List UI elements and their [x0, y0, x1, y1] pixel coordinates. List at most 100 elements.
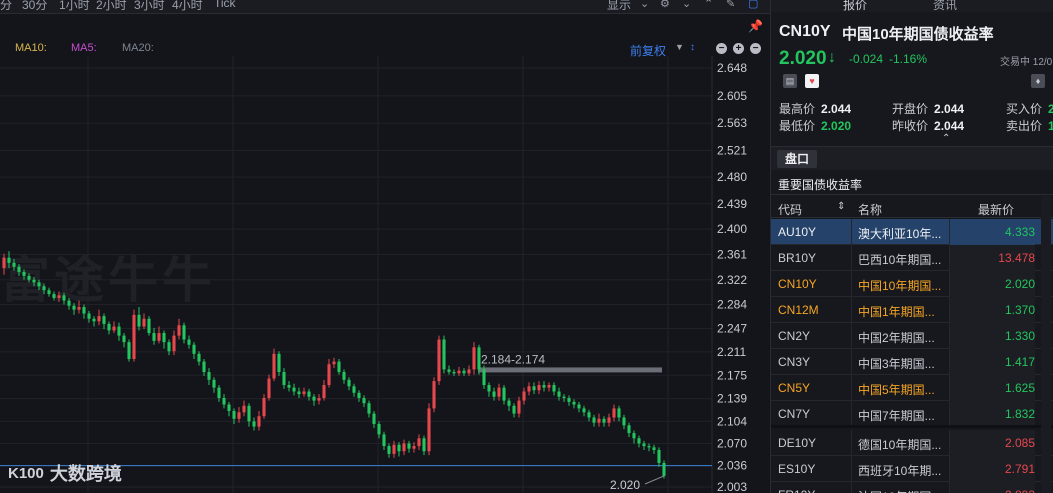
bell-icon[interactable]: ♦ [1031, 74, 1045, 88]
tab-pankou[interactable]: 盘口 [777, 150, 817, 168]
candle-body [357, 392, 361, 399]
stat-ask: 卖出价 1 [1006, 117, 1053, 134]
layout-icon[interactable]: ▢ [748, 0, 758, 10]
row-price: 2.020 [1004, 277, 1035, 291]
timeframe-2h[interactable]: 2小时 [96, 0, 127, 13]
chevron-down-icon[interactable]: ⌄ [682, 0, 691, 10]
zoom-out-icon[interactable]: − [716, 43, 727, 54]
column-divider [949, 456, 950, 482]
edit-icon[interactable]: ✎ [726, 0, 735, 10]
stat-value: 1 [1048, 119, 1053, 133]
candle-body [207, 372, 211, 380]
display-menu[interactable]: 显示 [607, 0, 631, 13]
candle-body [62, 295, 66, 301]
tab-quote[interactable]: 报价 [843, 0, 867, 12]
table-row[interactable]: CN5Y 中国5年期国... 1.625 [771, 375, 1053, 401]
price-change: -0.024 [849, 52, 884, 66]
table-row[interactable]: BR10Y 巴西10年期国... 13.478 [771, 245, 1053, 271]
candle-body [662, 462, 666, 476]
candle-body [652, 447, 656, 450]
candle-body [317, 398, 321, 401]
row-code: AU10Y [778, 225, 817, 239]
column-divider [949, 245, 950, 271]
y-tick-label: 2.211 [717, 345, 746, 359]
row-code: CN10Y [778, 277, 817, 291]
candle-body [412, 446, 416, 449]
candle-body [372, 413, 376, 424]
timeframe-4h[interactable]: 4小时 [172, 0, 203, 13]
candle-body [557, 391, 561, 397]
candle-body [622, 417, 626, 426]
row-price: 2.893 [951, 488, 1035, 493]
candle-body [477, 347, 481, 370]
candle-body [522, 391, 526, 401]
table-row[interactable]: ES10Y 西班牙10年期... 2.791 [771, 456, 1053, 482]
candle-body [337, 361, 341, 373]
header-latest[interactable]: 最新价 [978, 201, 1014, 218]
column-divider [949, 375, 950, 401]
row-code: BR10Y [778, 251, 817, 265]
stat-bid: 买入价 2 [1006, 100, 1053, 117]
table-row[interactable]: CN10Y 中国10年期国... 2.020 [771, 271, 1053, 297]
tab-news[interactable]: 资讯 [933, 0, 957, 12]
row-price: 1.370 [1004, 303, 1035, 317]
row-name: 澳大利亚10年... [858, 227, 942, 241]
table-row[interactable]: DE10Y 德国10年期国... 2.085 [771, 430, 1053, 456]
pin-icon[interactable]: 📌 [748, 19, 763, 33]
axis-toggle-icon[interactable]: ↕ [690, 42, 695, 53]
header-name[interactable]: 名称 [858, 201, 882, 218]
timeframe-tick[interactable]: Tick [214, 0, 236, 10]
candlestick-chart[interactable]: 2.648 2.605 2.563 2.521 2.480 2.439 2.400 2.361… [0, 56, 770, 493]
candle-body [267, 378, 271, 399]
settings-icon[interactable]: ⚙ [660, 0, 670, 10]
candle-body [22, 271, 26, 276]
candle-body [347, 379, 351, 387]
column-divider [851, 430, 852, 456]
column-divider [851, 271, 852, 297]
chevron-down-icon[interactable]: ▼ [675, 42, 684, 52]
candle-body [277, 353, 281, 373]
row-name: 德国10年期国... [858, 438, 942, 452]
candle-body [627, 425, 631, 434]
scrollbar[interactable] [1041, 196, 1051, 493]
timeframe-30min[interactable]: 30分 [22, 0, 47, 13]
stat-label: 最高价 [779, 102, 816, 116]
candle-body [112, 326, 116, 331]
candle-body [367, 403, 371, 414]
table-row[interactable]: CN2Y 中国2年期国... 1.330 [771, 323, 1053, 349]
candle-body [127, 342, 131, 360]
y-tick-label: 2.036 [717, 459, 747, 473]
timeframe-1h[interactable]: 1小时 [59, 0, 90, 13]
table-row[interactable]: CN3Y 中国3年期国... 1.417 [771, 349, 1053, 375]
table-row[interactable]: CN7Y 中国7年期国... 1.832 [771, 401, 1053, 427]
collapse-icon[interactable]: ⌃ [704, 0, 713, 10]
collapse-caret-icon[interactable]: ⌃ [942, 133, 950, 144]
note-icon[interactable]: ▤ [783, 74, 797, 88]
candle-body [587, 412, 591, 418]
zoom-in-icon[interactable]: + [733, 43, 744, 54]
candle-body [57, 295, 61, 298]
stat-label: 最低价 [779, 119, 816, 133]
minimize-icon[interactable]: − [750, 43, 761, 54]
sort-icon[interactable]: ⇕ [837, 201, 845, 212]
stat-label: 开盘价 [892, 102, 929, 116]
candle-body [32, 279, 36, 283]
stat-open: 开盘价 2.044 [892, 100, 964, 117]
column-divider [949, 323, 950, 349]
column-divider [851, 375, 852, 401]
trade-status: 交易中 12/0 [1000, 57, 1053, 68]
ma20-label: MA20: [122, 42, 154, 54]
candle-body [117, 326, 121, 336]
table-row[interactable]: FR10Y 法国10年期国... 2.893 [771, 482, 1053, 493]
table-header: 代码 ⇕ 名称 最新价 [771, 194, 1053, 218]
heart-icon[interactable]: ♥ [805, 74, 819, 88]
stat-label: 卖出价 [1006, 119, 1043, 133]
candle-body [542, 385, 546, 388]
header-code[interactable]: 代码 [778, 201, 802, 218]
timeframe-3h[interactable]: 3小时 [134, 0, 165, 13]
timeframe-minute[interactable]: 分 [0, 0, 12, 13]
chevron-down-icon[interactable]: ⌄ [640, 0, 649, 10]
table-row[interactable]: CN12M 中国1年期国... 1.370 [771, 297, 1053, 323]
table-row[interactable]: AU10Y 澳大利亚10年... 4.333 [771, 219, 1053, 245]
stat-low: 最低价 2.020 [779, 117, 851, 134]
